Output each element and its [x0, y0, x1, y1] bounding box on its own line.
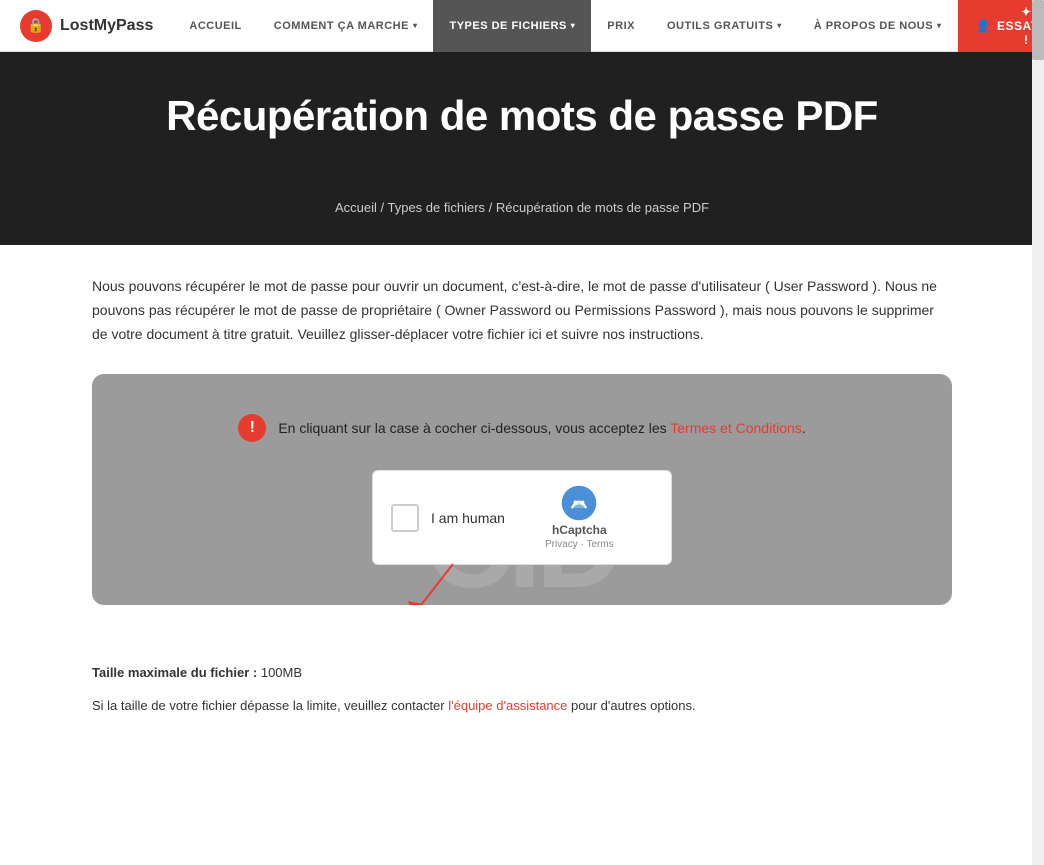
footer-info: Taille maximale du fichier : 100MB Si la… [72, 663, 972, 749]
max-size-value: 100MB [261, 665, 302, 680]
chevron-down-icon: ▾ [571, 21, 576, 30]
captcha-terms-link[interactable]: Terms [586, 539, 613, 550]
logo-icon: 🔒 [20, 10, 52, 42]
chevron-down-icon: ▾ [777, 21, 782, 30]
nav-item-types[interactable]: TYPES DE FICHIERS ▾ [433, 0, 591, 52]
breadcrumb-home[interactable]: Accueil [335, 200, 377, 215]
captcha-arrow [403, 559, 483, 605]
captcha-widget[interactable]: I am human hCaptcha Privacy · [372, 470, 672, 565]
page-title: Récupération de mots de passe PDF [20, 92, 1024, 140]
person-icon: 👤 [976, 19, 991, 33]
captcha-links: Privacy · Terms [545, 539, 614, 550]
hcaptcha-logo [561, 485, 597, 521]
alert-text: En cliquant sur la case à cocher ci-dess… [278, 420, 805, 436]
captcha-checkbox-area: I am human [391, 504, 505, 532]
captcha-label: I am human [431, 510, 505, 526]
breadcrumb-types[interactable]: Types de fichiers [387, 200, 485, 215]
hero-section: Récupération de mots de passe PDF Accuei… [0, 52, 1044, 245]
upload-box[interactable]: CID ! En cliquant sur la case à cocher c… [92, 374, 952, 605]
header: 🔒 LostMyPass ACCUEIL COMMENT ÇA MARCHE ▾… [0, 0, 1044, 52]
breadcrumb-current: Récupération de mots de passe PDF [496, 200, 709, 215]
alert-icon: ! [238, 414, 266, 442]
logo-text: LostMyPass [60, 17, 153, 35]
intro-paragraph: Nous pouvons récupérer le mot de passe p… [92, 275, 952, 346]
scrollbar-thumb[interactable] [1032, 0, 1044, 60]
main-nav: ACCUEIL COMMENT ÇA MARCHE ▾ TYPES DE FIC… [173, 0, 957, 51]
nav-item-outils[interactable]: OUTILS GRATUITS ▾ [651, 0, 798, 52]
chevron-down-icon: ▾ [937, 21, 942, 30]
breadcrumb-separator2: / [489, 200, 496, 215]
captcha-brand: hCaptcha Privacy · Terms [545, 485, 614, 550]
nav-item-comment[interactable]: COMMENT ÇA MARCHE ▾ [258, 0, 434, 52]
breadcrumb: Accueil / Types de fichiers / Récupérati… [20, 200, 1024, 215]
logo[interactable]: 🔒 LostMyPass [20, 10, 153, 42]
contact-info: Si la taille de votre fichier dépasse la… [92, 696, 952, 717]
main-content: Nous pouvons récupérer le mot de passe p… [72, 245, 972, 663]
support-team-link[interactable]: l'équipe d'assistance [448, 698, 567, 713]
chevron-down-icon: ▾ [413, 21, 418, 30]
scrollbar-track[interactable] [1032, 0, 1044, 865]
captcha-privacy-link[interactable]: Privacy [545, 539, 578, 550]
nav-item-accueil[interactable]: ACCUEIL [173, 0, 257, 52]
max-file-size: Taille maximale du fichier : 100MB [92, 663, 952, 684]
terms-conditions-link[interactable]: Termes et Conditions [670, 420, 802, 436]
captcha-checkbox[interactable] [391, 504, 419, 532]
alert-row: ! En cliquant sur la case à cocher ci-de… [122, 414, 922, 442]
nav-item-apropos[interactable]: À PROPOS DE NOUS ▾ [798, 0, 958, 52]
captcha-brand-name: hCaptcha [552, 523, 607, 537]
nav-item-prix[interactable]: PRIX [591, 0, 651, 52]
